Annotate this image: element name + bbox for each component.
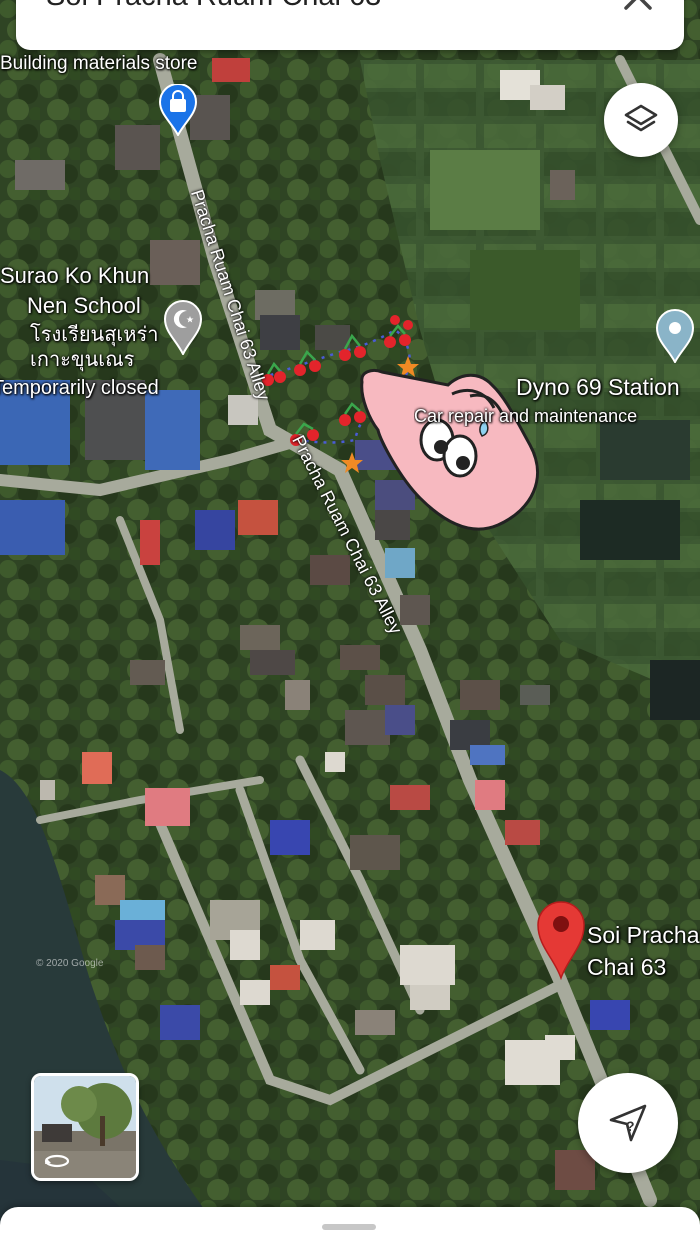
svg-text:?: ? <box>626 1118 635 1134</box>
poi-label-station-name[interactable]: Dyno 69 Station <box>516 374 680 401</box>
place-label-line1[interactable]: Soi Pracha <box>587 922 700 949</box>
directions-icon: ? <box>609 1104 647 1142</box>
search-bar[interactable]: Soi Pracha Ruam Chai 63 <box>16 0 684 50</box>
place-pin-icon[interactable] <box>655 309 695 363</box>
satellite-map[interactable] <box>0 0 700 1244</box>
red-location-pin-icon[interactable] <box>536 900 586 980</box>
sheet-drag-handle[interactable] <box>322 1224 376 1230</box>
mosque-crescent-pin-icon[interactable] <box>163 299 203 355</box>
layers-button[interactable] <box>604 83 678 157</box>
poi-label-school-status: Temporarily closed <box>0 377 159 399</box>
poi-label-school-line1[interactable]: Surao Ko Khun <box>0 263 149 289</box>
rotate-360-icon <box>44 1154 70 1168</box>
poi-label-station-category: Car repair and maintenance <box>414 406 638 426</box>
poi-label-school-line2[interactable]: Nen School <box>27 293 141 319</box>
shopping-bag-pin-icon[interactable] <box>159 84 197 136</box>
close-icon[interactable] <box>618 0 658 16</box>
directions-button[interactable]: ? <box>578 1073 678 1173</box>
map-copyright: © 2020 Google <box>36 958 104 969</box>
place-label-line2[interactable]: Chai 63 <box>587 954 666 981</box>
search-query[interactable]: Soi Pracha Ruam Chai 63 <box>46 0 381 13</box>
poi-label-building-store[interactable]: Building materials store <box>0 53 197 75</box>
poi-label-school-thai: โรงเรียนสุเหร่าเกาะขุนเณร <box>30 324 159 371</box>
bottom-sheet[interactable] <box>0 1207 700 1247</box>
street-view-thumbnail[interactable] <box>31 1073 139 1181</box>
layers-icon <box>624 104 658 132</box>
